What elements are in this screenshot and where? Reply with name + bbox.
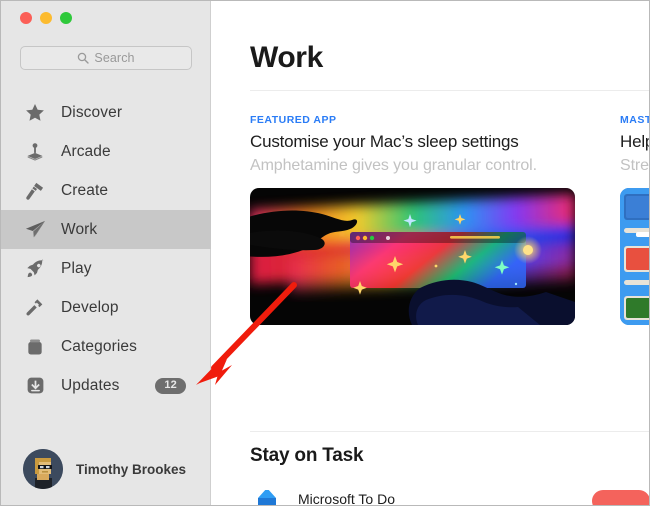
grid-box-icon (23, 335, 47, 359)
sidebar-item-work[interactable]: Work (1, 210, 211, 249)
list-item[interactable]: Microsoft To Do (250, 490, 649, 506)
section-heading: Stay on Task (250, 445, 364, 466)
microsoft-todo-icon (250, 490, 284, 505)
sidebar-item-play[interactable]: Play (1, 249, 211, 288)
account-button[interactable]: Timothy Brookes (1, 443, 211, 495)
sidebar-item-label: Create (61, 181, 109, 199)
get-button[interactable] (592, 490, 649, 505)
card-title: Help Managing (620, 132, 649, 151)
sidebar-item-label: Arcade (61, 142, 111, 160)
divider-top (250, 90, 649, 91)
featured-cards: FEATURED APP Customise your Mac’s sleep … (250, 114, 649, 325)
updates-count-badge: 12 (155, 377, 186, 394)
star-icon (23, 101, 47, 125)
card-title: Customise your Mac’s sleep settings (250, 132, 519, 151)
sidebar-item-discover[interactable]: Discover (1, 93, 211, 132)
main-content: Work FEATURED APP Customise your Mac’s s… (212, 1, 649, 506)
search-placeholder: Search (94, 51, 135, 65)
blue-filing-cabinet-artwork[interactable] (620, 188, 649, 325)
sidebar-item-label: Updates (61, 376, 120, 394)
minimize-button[interactable] (40, 12, 52, 24)
colorful-hands-window-artwork[interactable] (250, 188, 575, 325)
sidebar-item-arcade[interactable]: Arcade (1, 132, 211, 171)
window-controls (20, 12, 72, 24)
sidebar-item-label: Discover (61, 103, 123, 121)
sidebar-item-label: Categories (61, 337, 137, 355)
download-icon (23, 374, 47, 398)
joystick-icon (23, 140, 47, 164)
search-icon (78, 52, 90, 64)
sidebar-nav: Discover Arcade Create Work Play Develop… (1, 93, 211, 405)
sidebar-item-categories[interactable]: Categories (1, 327, 211, 366)
zoom-button[interactable] (60, 12, 72, 24)
close-button[interactable] (20, 12, 32, 24)
featured-card[interactable]: MASTER YOUR WORKFLOW Help Managing Strea… (620, 114, 649, 325)
card-subtitle: Streamline (620, 157, 649, 174)
sidebar-item-label: Work (61, 220, 98, 238)
divider-bottom (250, 431, 649, 432)
sidebar-item-updates[interactable]: Updates 12 (1, 366, 211, 405)
app-name: Microsoft To Do (298, 490, 395, 506)
sidebar-item-label: Play (61, 259, 92, 277)
sidebar-item-develop[interactable]: Develop (1, 288, 211, 327)
featured-card[interactable]: FEATURED APP Customise your Mac’s sleep … (250, 114, 588, 325)
sidebar: Search Discover Arcade Create Work Play … (1, 1, 211, 505)
card-eyebrow: FEATURED APP (250, 114, 337, 126)
paper-plane-icon (23, 218, 47, 242)
sidebar-item-label: Develop (61, 298, 119, 316)
avatar (23, 449, 63, 489)
card-subtitle: Amphetamine gives you granular control. (250, 157, 537, 174)
page-title: Work (250, 41, 323, 74)
rocket-icon (23, 257, 47, 281)
card-eyebrow: MASTER YOUR WORKFLOW (620, 114, 649, 126)
hammer-icon (23, 296, 47, 320)
paintbrush-icon (23, 179, 47, 203)
sidebar-item-create[interactable]: Create (1, 171, 211, 210)
app-store-window: Search Discover Arcade Create Work Play … (0, 0, 650, 506)
account-name: Timothy Brookes (76, 461, 187, 477)
search-input[interactable]: Search (20, 46, 192, 70)
